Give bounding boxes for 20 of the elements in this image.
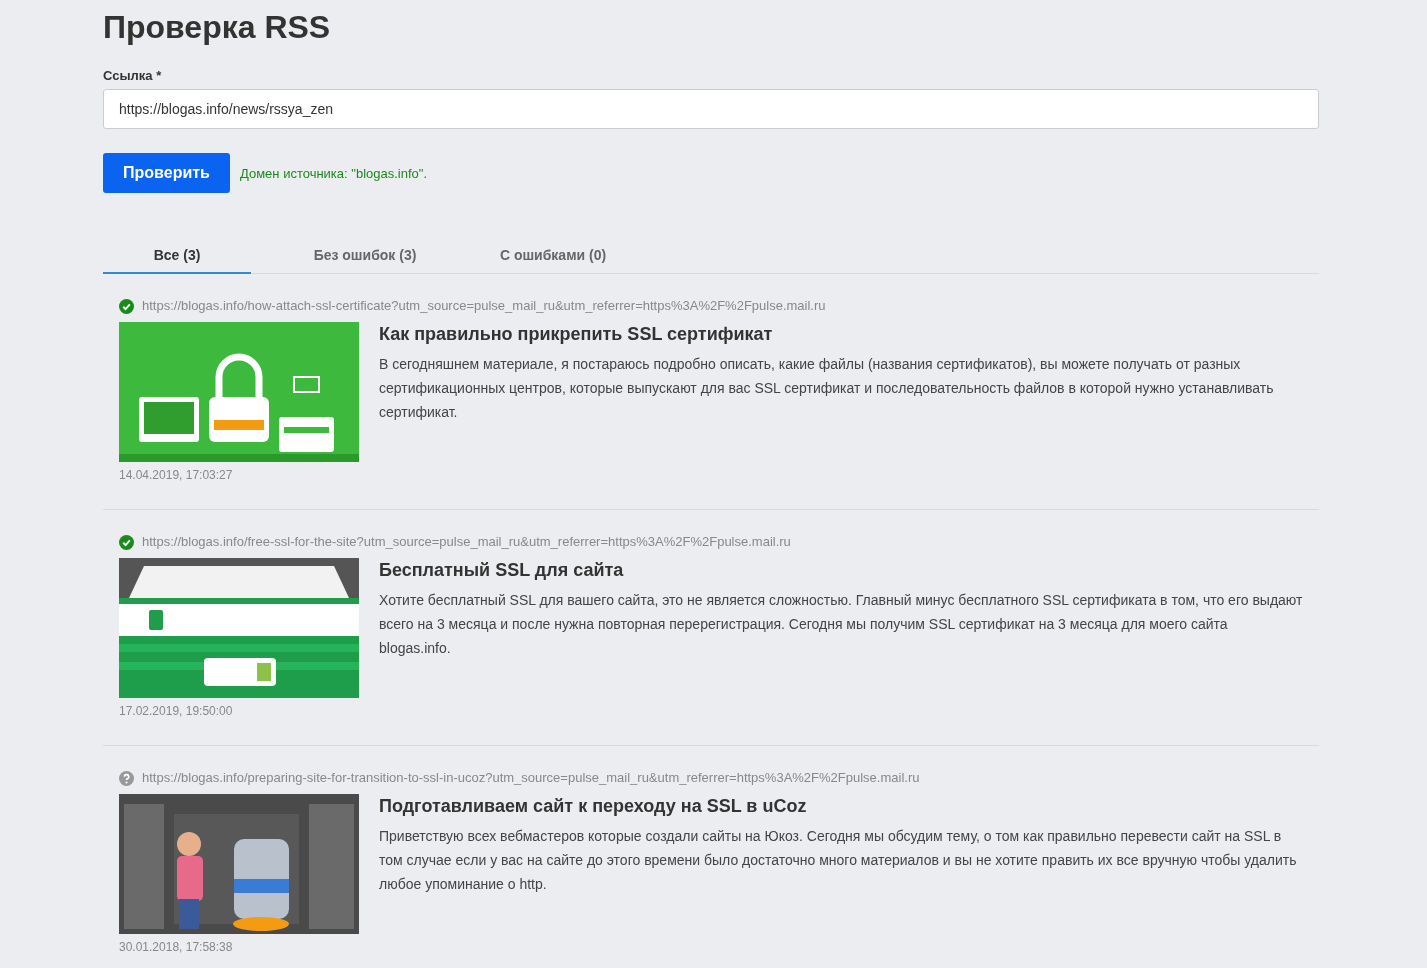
article-title: Бесплатный SSL для сайта (379, 559, 625, 582)
article-description: В сегодняшнем материале, я постараюсь подробно описать, какие файлы (названия сертификатов), вы можете получать от разных сертификационных центров, которые выпускают для вас SSL сертификат и последовательность файлов в которой нужно устанавливать сертификат. (379, 355, 1275, 422)
check-button[interactable]: Проверить (103, 153, 230, 193)
article-description: Приветствую всех вебмастеров которые создали сайты на Юкоз. Сегодня мы обсудим тему, о том как правильно перевести сайт на SSL в том случае если у вас на сайте до этого времени было достаточно много материалов и вы не хотите править их все вручную чтобы удалить любое упоминание о http. (379, 827, 1298, 894)
article-date: 30.01.2018, 17:58:38 (119, 940, 233, 954)
article-title: Как правильно прикрепить SSL сертификат (379, 323, 774, 346)
item-url[interactable]: https://blogas.info/how-attach-ssl-certificate?utm_source=pulse_mail_ru&utm_referrer=https%3A%2F%2Fpulse.mail.ru (142, 298, 826, 314)
filter-tab[interactable]: Без ошибок (3) (291, 239, 439, 274)
filter-tab[interactable]: С ошибками (0) (479, 239, 627, 274)
article-title: Подготавливаем сайт к переходу на SSL в uCoz (379, 795, 808, 818)
domain-message: Домен источника: "blogas.info". (240, 165, 427, 181)
field-label: Ссылка * (103, 68, 162, 84)
article-description: Хотите бесплатный SSL для вашего сайта, это не является сложностью. Главный минус бесплатного SSL сертификата в том, что его выдают всего на 3 месяца и после нужна повторная перерегистрация. Сегодня мы получим SSL сертификат на 3 месяца для моего сайта blogas.info. (379, 591, 1303, 658)
article-date: 14.04.2019, 17:03:27 (119, 468, 233, 482)
filter-tab[interactable]: Все (3) (103, 239, 251, 274)
page-title: Проверка RSS (103, 8, 332, 45)
link-field[interactable]: https://blogas.info/news/rssya_zen (103, 89, 1319, 129)
article-date: 17.02.2019, 19:50:00 (119, 704, 233, 718)
item-url[interactable]: https://blogas.info/free-ssl-for-the-site?utm_source=pulse_mail_ru&utm_referrer=https%3A%2F%2Fpulse.mail.ru (142, 534, 791, 550)
item-url[interactable]: https://blogas.info/preparing-site-for-transition-to-ssl-in-ucoz?utm_source=pulse_mail_ru&utm_referrer=https%3A%2F%2Fpulse.mail.ru (142, 770, 920, 786)
